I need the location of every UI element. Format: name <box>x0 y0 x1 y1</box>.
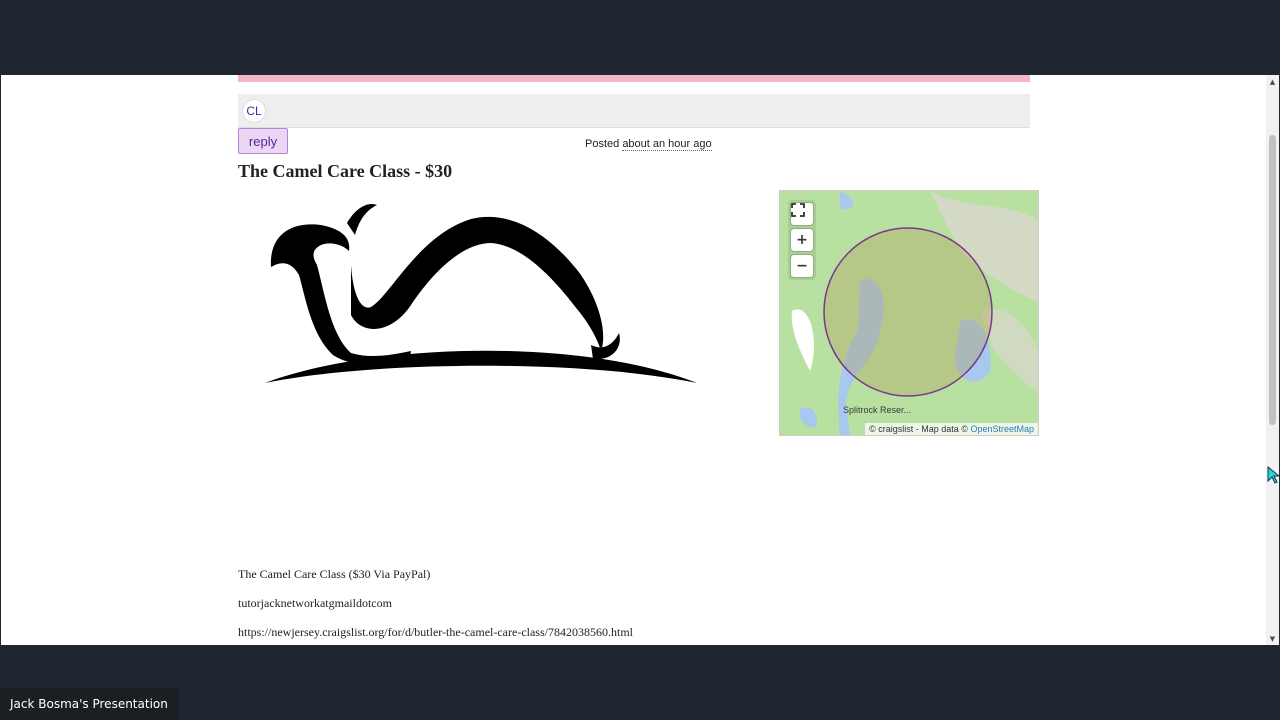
map-tiles <box>780 191 1038 435</box>
posted-info: Posted about an hour ago <box>585 138 712 151</box>
vertical-scrollbar[interactable]: ▲ ▼ <box>1266 75 1279 645</box>
posted-prefix: Posted <box>585 138 620 150</box>
location-map[interactable]: Splitrock Reser... + − © craigslist - Ma… <box>779 190 1039 436</box>
posting-body-line: tutorjacknetworkatgmaildotcom <box>238 596 392 610</box>
mouse-cursor-icon <box>1267 466 1279 484</box>
presenter-label: Jack Bosma's Presentation <box>0 688 178 720</box>
openstreetmap-link[interactable]: OpenStreetMap <box>970 424 1034 434</box>
map-zoom-in-button[interactable]: + <box>791 229 813 251</box>
scroll-down-arrow-icon[interactable]: ▼ <box>1266 632 1279 645</box>
craigslist-logo[interactable]: CL <box>242 99 266 123</box>
browser-viewport: CL reply Posted about an hour ago The Ca… <box>1 75 1279 645</box>
posting-title: The Camel Care Class - $30 <box>238 161 453 181</box>
map-controls: + − <box>788 200 816 280</box>
posting-body-line: https://newjersey.craigslist.org/for/d/b… <box>238 625 633 639</box>
map-attribution: © craigslist - Map data © OpenStreetMap <box>865 423 1038 435</box>
scrollbar-thumb[interactable] <box>1269 135 1276 425</box>
fullscreen-icon <box>791 203 805 217</box>
posting-body-line: The Camel Care Class ($30 Via PayPal) <box>238 567 431 581</box>
craigslist-header-bar: CL <box>238 94 1030 128</box>
camel-logo-image[interactable] <box>251 195 711 395</box>
map-zoom-out-button[interactable]: − <box>791 255 813 277</box>
map-place-label: Splitrock Reser... <box>843 405 912 415</box>
top-accent-bar <box>238 75 1030 82</box>
scroll-up-arrow-icon[interactable]: ▲ <box>1266 75 1279 88</box>
attribution-text: © craigslist - Map data © <box>869 424 968 434</box>
reply-button[interactable]: reply <box>238 128 288 154</box>
map-fullscreen-button[interactable] <box>791 203 813 225</box>
posted-time: about an hour ago <box>622 138 712 151</box>
